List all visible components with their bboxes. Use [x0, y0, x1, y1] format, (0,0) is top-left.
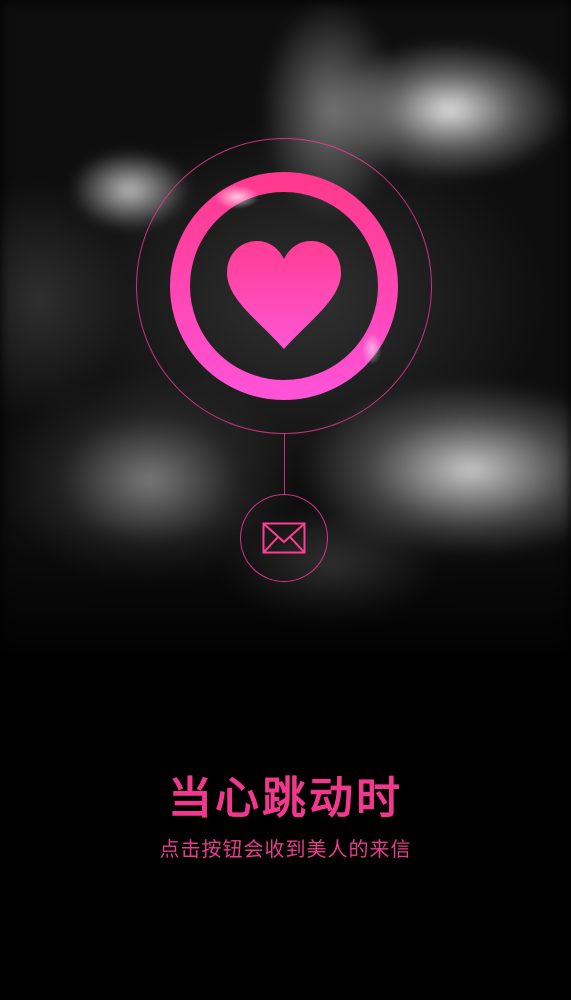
connector-line: [284, 434, 285, 494]
mail-button[interactable]: [240, 494, 328, 582]
heart-button[interactable]: [167, 169, 401, 403]
splash-screen: 当心跳动时 点击按钮会收到美人的来信: [0, 0, 571, 1000]
envelope-icon: [262, 522, 306, 554]
heart-icon: [170, 172, 398, 400]
page-subtitle: 点击按钮会收到美人的来信: [159, 837, 412, 861]
page-title: 当心跳动时: [168, 773, 403, 824]
